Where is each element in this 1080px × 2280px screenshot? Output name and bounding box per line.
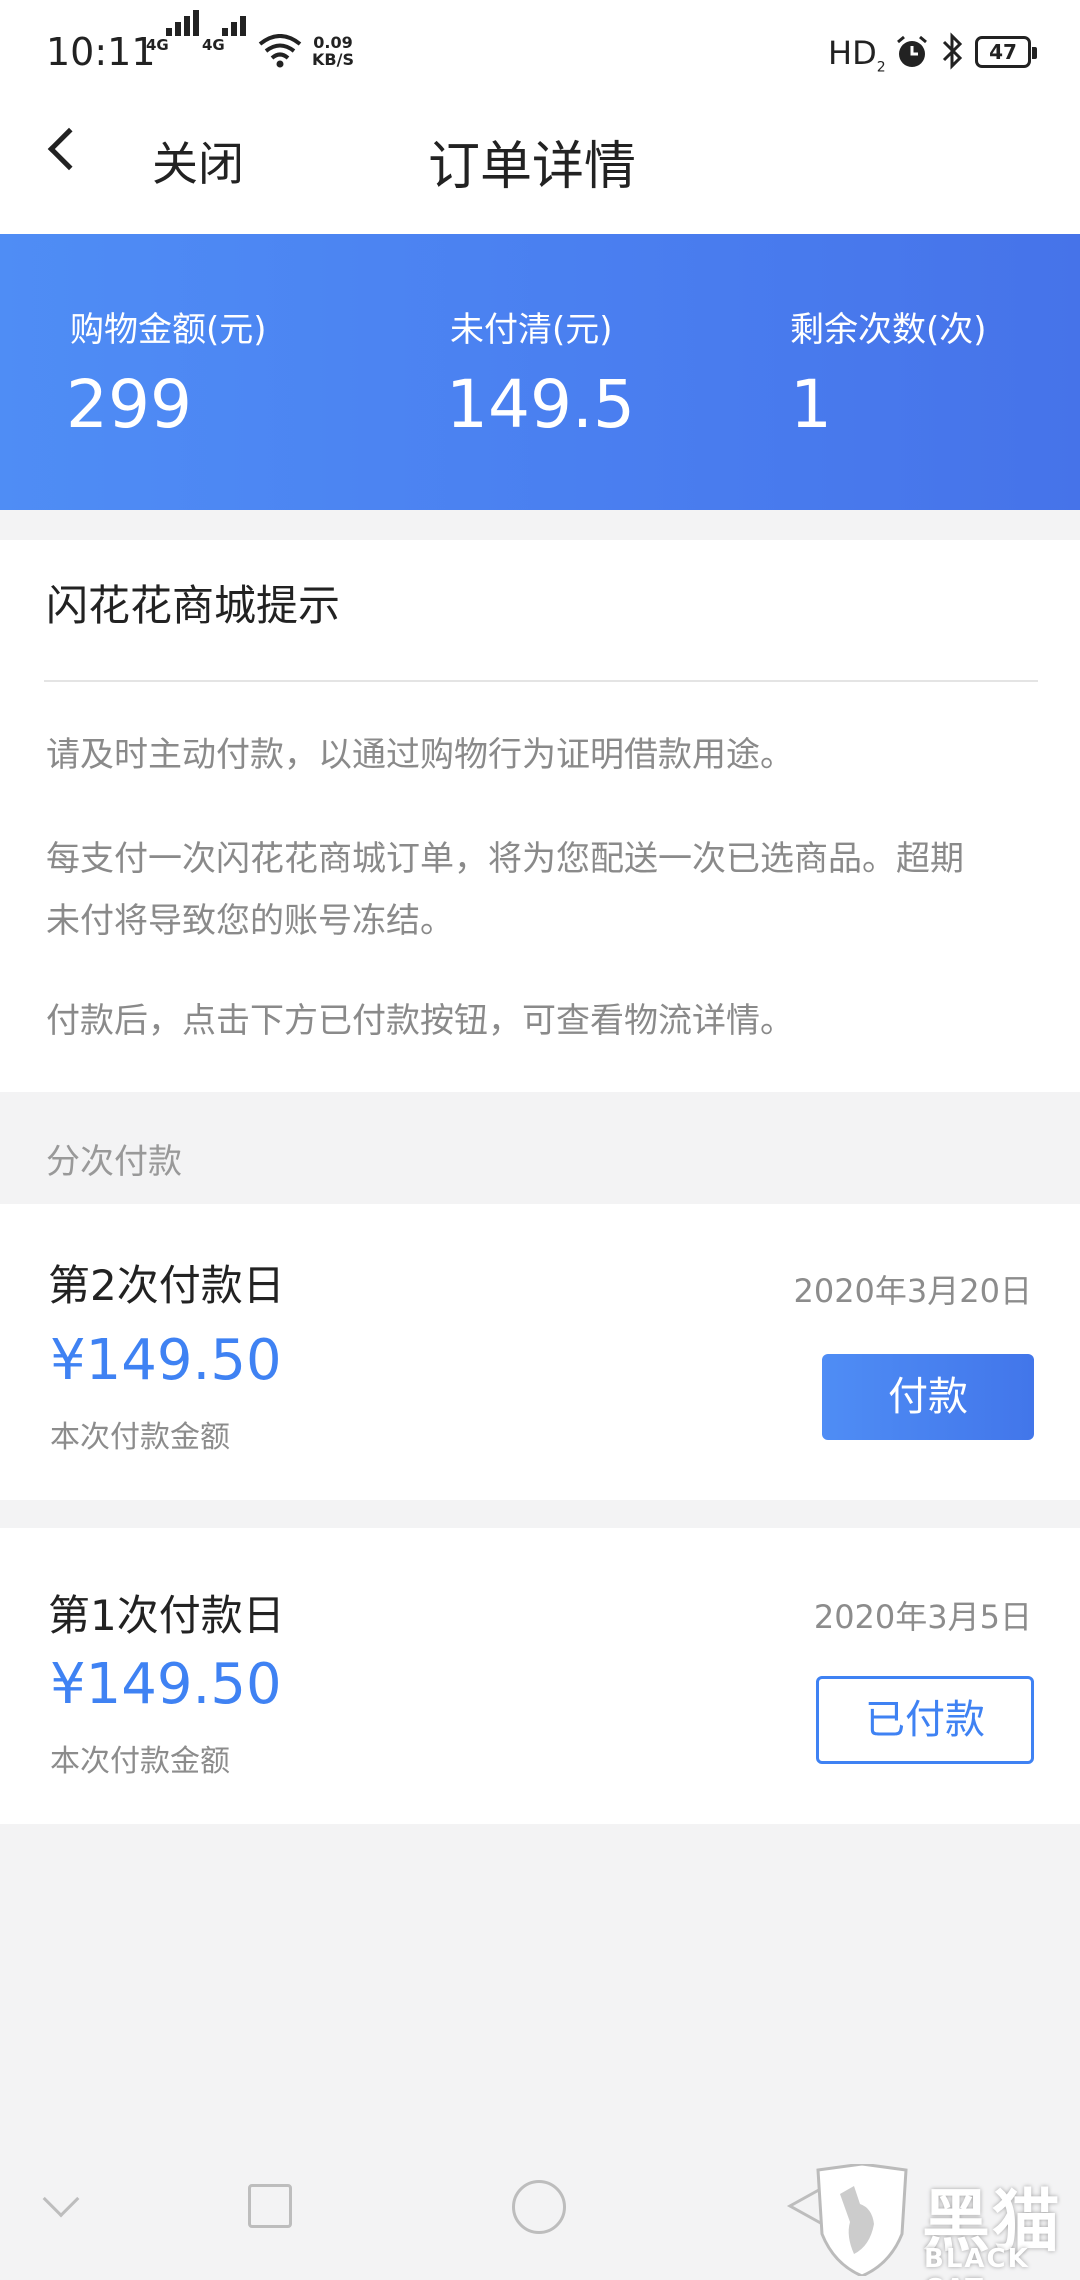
- network-speed-value: 0.09: [313, 33, 353, 52]
- summary-value-total: 299: [66, 366, 192, 443]
- watermark-cat-logo: [816, 2164, 908, 2276]
- close-button[interactable]: 关闭: [152, 128, 244, 194]
- tip-line: 付款后，点击下方已付款按钮，可查看物流详情。: [46, 1001, 794, 1041]
- home-icon[interactable]: [512, 2180, 566, 2234]
- summary-value-unpaid: 149.5: [446, 366, 635, 443]
- installments-section-label: 分次付款: [46, 1142, 182, 1182]
- recent-apps-icon[interactable]: [248, 2184, 292, 2228]
- bluetooth-icon: [942, 32, 963, 70]
- installment-amount-label: 本次付款金额: [50, 1420, 230, 1455]
- watermark-subtext: BLACK CAT: [924, 2244, 1030, 2280]
- network-type-2: 4G: [202, 36, 225, 54]
- tip-title: 闪花花商城提示: [46, 581, 341, 630]
- installment-amount: ¥149.50: [50, 1328, 282, 1393]
- pay-button[interactable]: 付款: [822, 1354, 1034, 1440]
- status-time: 10:11: [46, 30, 156, 74]
- battery-icon: 47: [975, 36, 1037, 68]
- paid-button[interactable]: 已付款: [816, 1676, 1034, 1764]
- installment-card: 第2次付款日 2020年3月20日 ¥149.50 本次付款金额 付款: [0, 1204, 1080, 1500]
- installment-card: 第1次付款日 2020年3月5日 ¥149.50 本次付款金额 已付款: [0, 1528, 1080, 1824]
- network-speed: 0.09 KB/S: [312, 34, 354, 68]
- hd-indicator: HD2: [828, 34, 886, 75]
- wifi-icon: [258, 34, 302, 68]
- installment-amount: ¥149.50: [50, 1652, 282, 1717]
- installment-date: 2020年3月20日: [793, 1272, 1032, 1310]
- summary-label-total: 购物金额(元): [70, 310, 267, 350]
- tip-line: 每支付一次闪花花商城订单，将为您配送一次已选商品。超期未付将导致您的账号冻结。: [46, 839, 964, 941]
- status-bar: 10:11 4G 4G 0.09 KB/S HD2 47: [0, 0, 1080, 106]
- summary-label-unpaid: 未付清(元): [450, 310, 613, 350]
- hd-label: HD: [828, 34, 877, 72]
- installment-date: 2020年3月5日: [813, 1598, 1032, 1636]
- order-detail-screen: 10:11 4G 4G 0.09 KB/S HD2 47 关闭 订单详情 购物金…: [0, 0, 1080, 2280]
- page-title: 订单详情: [428, 137, 637, 197]
- summary-value-remaining: 1: [790, 366, 832, 443]
- installment-title: 第2次付款日: [48, 1261, 285, 1310]
- tip-line: 请及时主动付款，以通过购物行为证明借款用途。: [46, 735, 794, 775]
- installment-title: 第1次付款日: [48, 1591, 285, 1640]
- divider: [44, 680, 1038, 682]
- summary-label-remaining: 剩余次数(次): [790, 310, 987, 350]
- alarm-icon: [897, 35, 927, 67]
- network-speed-unit: KB/S: [312, 50, 354, 69]
- hd-sub: 2: [876, 59, 886, 76]
- network-type-1: 4G: [146, 36, 169, 54]
- installment-amount-label: 本次付款金额: [50, 1744, 230, 1779]
